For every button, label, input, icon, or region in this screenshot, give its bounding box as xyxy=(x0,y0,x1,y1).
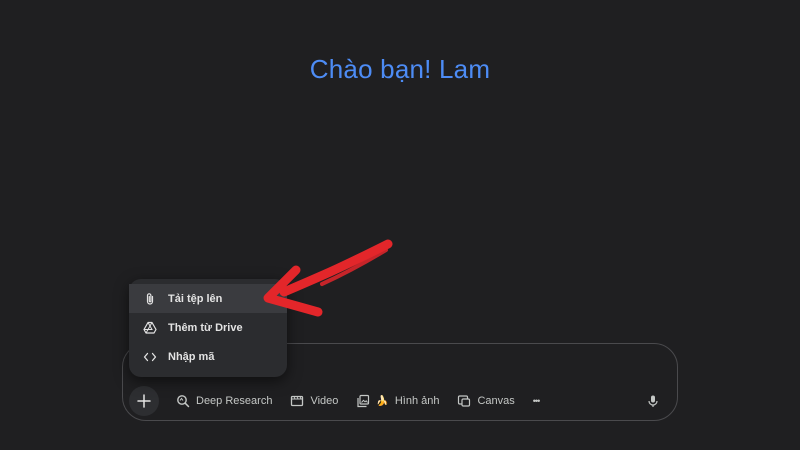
canvas-icon xyxy=(458,395,471,407)
image-button[interactable]: 🍌 Hình ảnh xyxy=(347,387,448,415)
more-icon: ••• xyxy=(532,396,541,406)
plus-icon xyxy=(137,394,151,408)
image-gallery-icon xyxy=(357,394,370,408)
composer-toolbar: Deep Research Video 🍌 Hình ảnh Canvas ••… xyxy=(129,385,671,417)
microphone-icon xyxy=(648,395,658,407)
image-label: Hình ảnh xyxy=(394,395,440,407)
code-icon xyxy=(142,349,158,365)
banana-emoji: 🍌 xyxy=(376,395,389,407)
menu-item-import-code[interactable]: Nhập mã xyxy=(129,342,287,371)
menu-item-label: Tải tệp lên xyxy=(168,292,223,305)
menu-item-upload-file[interactable]: Tải tệp lên xyxy=(129,284,287,313)
drive-icon xyxy=(142,320,158,336)
paperclip-icon xyxy=(142,291,158,307)
video-icon xyxy=(291,395,304,407)
video-button[interactable]: Video xyxy=(281,387,347,415)
video-label: Video xyxy=(310,395,339,407)
menu-item-label: Thêm từ Drive xyxy=(168,321,243,334)
deep-research-label: Deep Research xyxy=(196,395,273,407)
deep-research-button[interactable]: Deep Research xyxy=(167,387,281,415)
more-tools-button[interactable]: ••• xyxy=(524,387,548,415)
deep-research-icon xyxy=(177,395,190,408)
canvas-button[interactable]: Canvas xyxy=(448,387,523,415)
menu-item-add-from-drive[interactable]: Thêm từ Drive xyxy=(129,313,287,342)
greeting-title: Chào bạn! Lam xyxy=(309,54,491,84)
add-attachment-button[interactable] xyxy=(129,386,159,416)
app-canvas: Chào bạn! Lam Deep Research Video 🍌 Hình… xyxy=(0,0,800,450)
menu-item-label: Nhập mã xyxy=(168,350,215,363)
canvas-label: Canvas xyxy=(477,395,515,407)
microphone-button[interactable] xyxy=(639,387,667,415)
attach-menu: Tải tệp lên Thêm từ Drive Nhập mã xyxy=(129,279,287,377)
